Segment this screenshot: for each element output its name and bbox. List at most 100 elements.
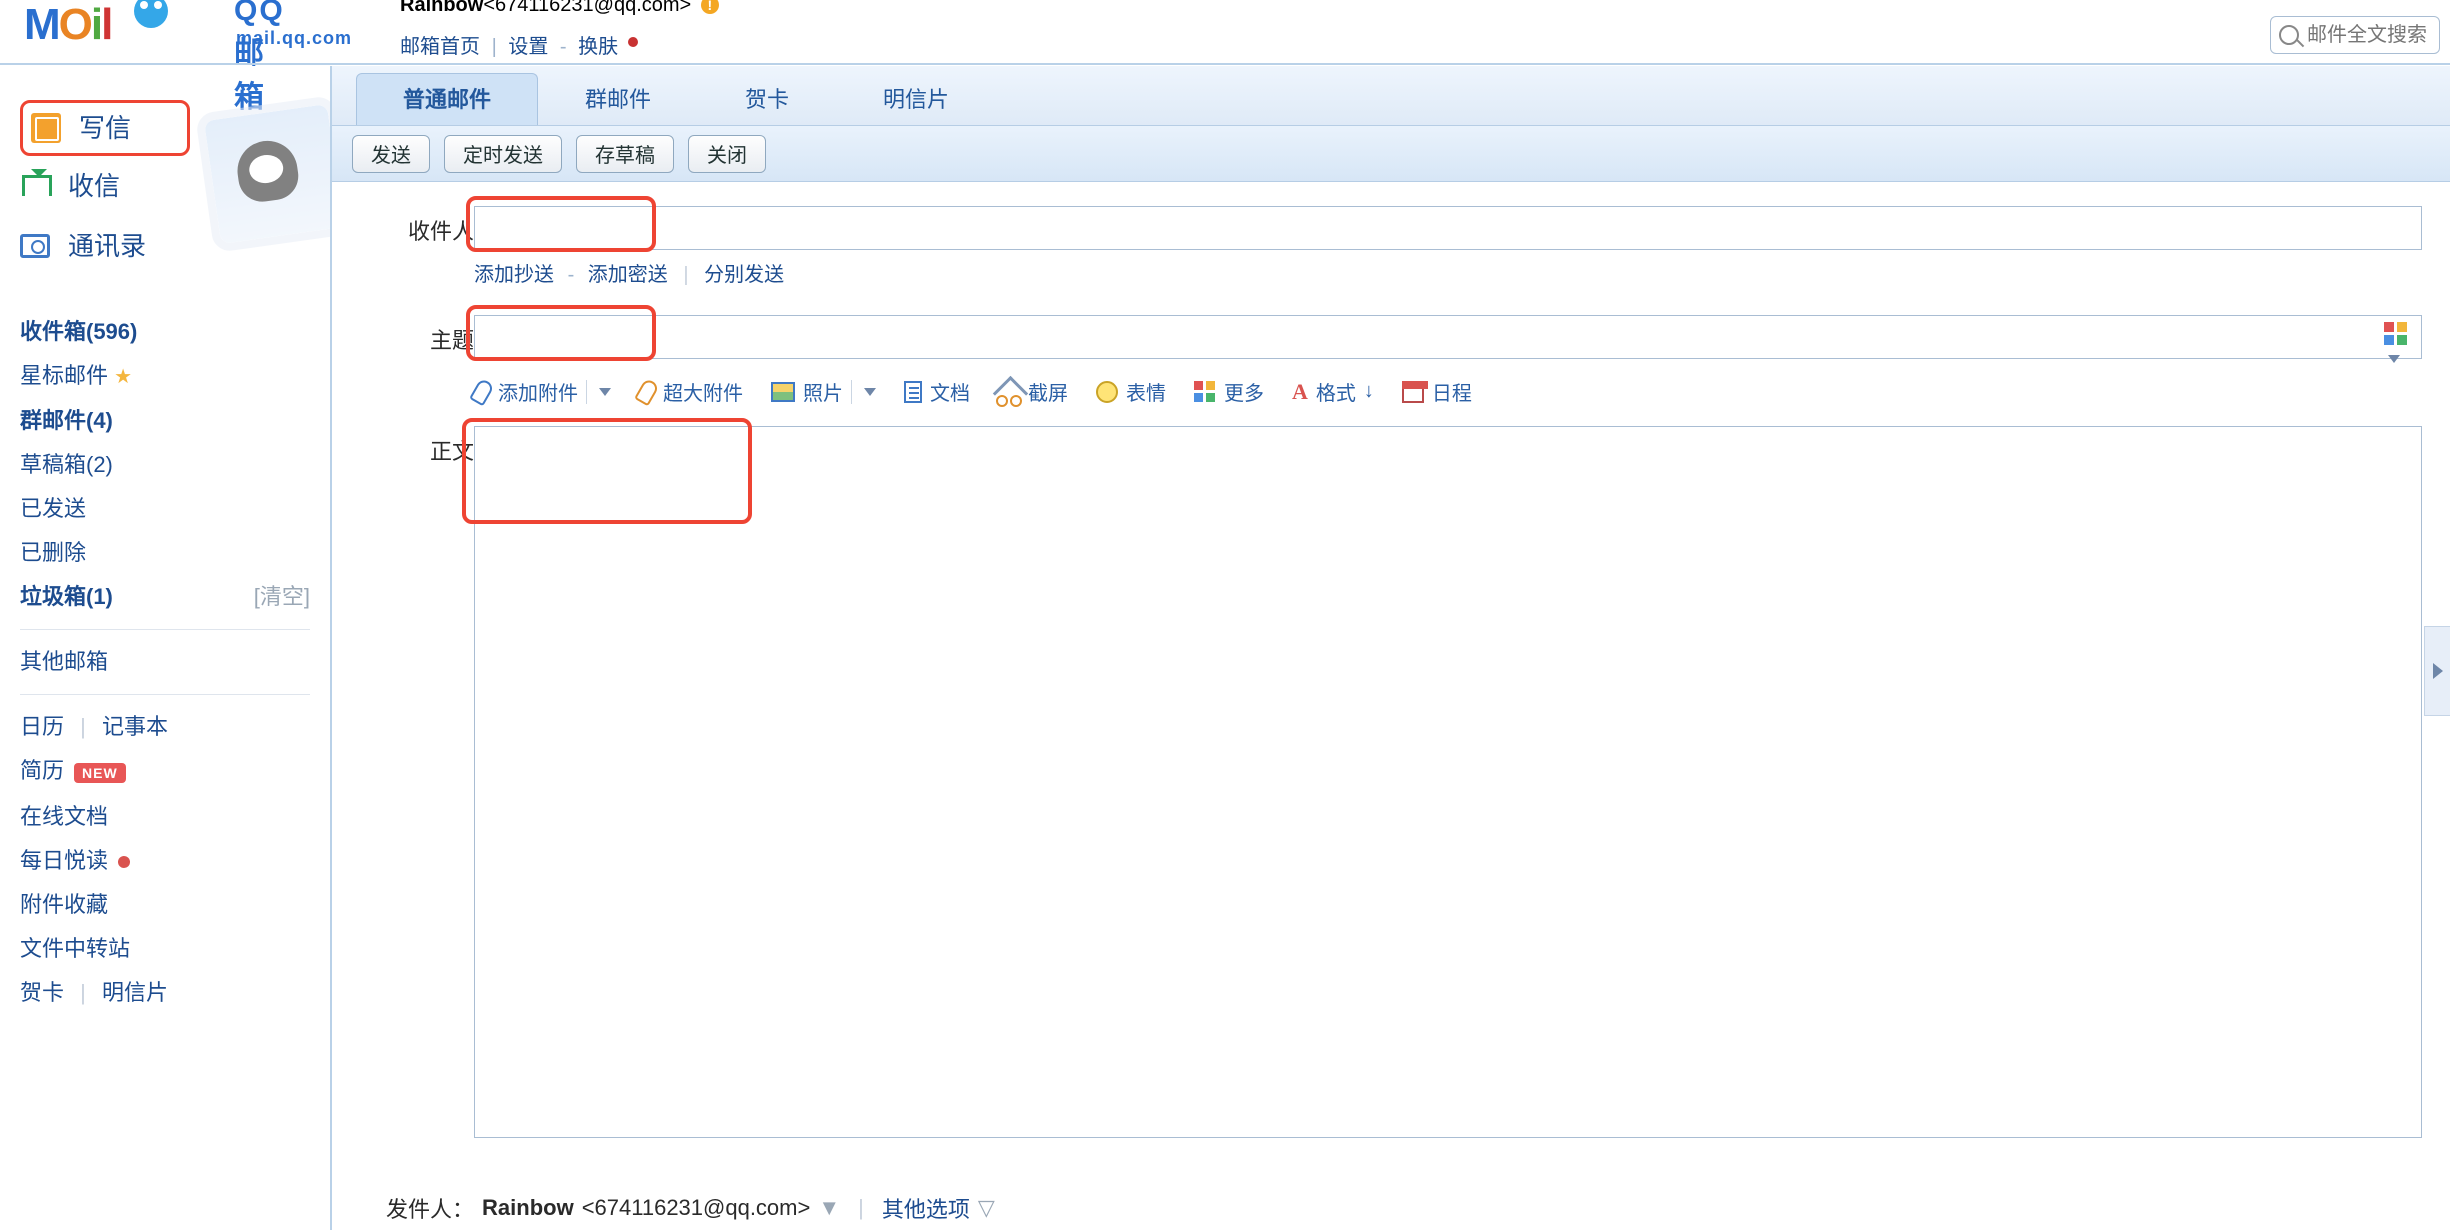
star-icon: ★ [114,366,132,388]
chevron-down-icon[interactable] [864,388,876,396]
sidebar-contacts-label: 通讯录 [68,216,146,276]
sidebar-greeting-postcard: 贺卡 | 明信片 [20,971,310,1015]
sidebar-notes[interactable]: 记事本 [102,714,168,739]
sidebar-receive-label: 收信 [68,156,120,216]
user-email: <674116231@qq.com> [483,0,691,16]
folder-spam[interactable]: 垃圾箱(1) [清空] [20,575,310,619]
logo-monogram: MOil [24,0,111,50]
user-identity: Rainbow<674116231@qq.com> ! [400,0,719,17]
editor-toolbar: 添加附件 超大附件 照片 [474,377,2422,406]
insert-photo-button[interactable]: 照片 [771,377,876,406]
brand-name-en: mail.qq.com [236,28,352,49]
sidebar-postcard[interactable]: 明信片 [102,980,168,1005]
sidebar-resume[interactable]: 简历NEW [20,749,310,795]
schedule-send-button[interactable]: 定时发送 [444,135,562,173]
other-options-dropdown[interactable]: ▽ [978,1195,995,1221]
folder-other-mailboxes[interactable]: 其他邮箱 [20,640,310,684]
search-input[interactable] [2307,24,2431,47]
sidebar-greeting-card[interactable]: 贺卡 [20,980,64,1005]
spam-clear-link[interactable]: [清空] [254,575,310,619]
insert-document-button[interactable]: 文档 [904,377,970,406]
body-textarea[interactable] [474,426,2422,1138]
to-label: 收件人 [386,206,474,246]
folder-starred[interactable]: 星标邮件 ★ [20,354,310,399]
folder-drafts[interactable]: 草稿箱(2) [20,443,310,487]
sidebar-daily-read[interactable]: 每日悦读 [20,839,310,883]
sidebar-receive[interactable]: 收信 [20,156,310,216]
sidebar-compose-label: 写信 [79,98,131,158]
sidebar-online-doc[interactable]: 在线文档 [20,795,310,839]
save-draft-button[interactable]: 存草稿 [576,135,674,173]
chevron-down-icon [2388,355,2400,363]
document-icon [904,381,922,403]
add-bcc-link[interactable]: 添加密送 [588,264,668,286]
arrow-down-icon: ↓ [1364,380,1374,403]
close-button[interactable]: 关闭 [688,135,766,173]
add-cc-link[interactable]: 添加抄送 [474,264,554,286]
chevron-down-icon[interactable] [599,388,611,396]
photo-icon [771,382,795,402]
logo[interactable]: MOil QQ邮箱 mail.qq.com [24,0,111,50]
tab-postcard[interactable]: 明信片 [836,73,996,125]
tab-group-mail[interactable]: 群邮件 [538,73,698,125]
sidebar-file-transit[interactable]: 文件中转站 [20,927,310,971]
new-badge: NEW [74,763,126,783]
folder-group-mail[interactable]: 群邮件(4) [20,399,310,443]
grid-icon [1194,381,1216,403]
insert-schedule-button[interactable]: 日程 [1402,377,1472,406]
body-label: 正文 [386,426,474,466]
skin-update-dot-icon [628,37,638,47]
nav-settings[interactable]: 设置 [508,36,548,58]
folder-inbox[interactable]: 收件箱(596) [20,310,310,354]
search-icon [2279,25,2299,45]
big-attach-button[interactable]: 超大附件 [639,377,743,406]
nav-home[interactable]: 邮箱首页 [400,36,480,58]
penguin-icon [134,0,168,28]
folder-deleted[interactable]: 已删除 [20,531,310,575]
subject-emoji-picker[interactable] [2384,322,2412,350]
tab-greeting-card[interactable]: 贺卡 [698,73,836,125]
other-options-link[interactable]: 其他选项 [882,1192,970,1224]
send-button[interactable]: 发送 [352,135,430,173]
format-button[interactable]: A 格式 ↓ [1292,377,1374,406]
subject-label: 主题 [386,315,474,355]
to-input[interactable] [474,206,2422,250]
smile-icon [1096,381,1118,403]
folder-sent[interactable]: 已发送 [20,487,310,531]
inbox-arrow-icon [20,171,50,201]
calendar-date-icon [1402,381,1424,403]
large-paperclip-icon [634,377,660,406]
contacts-icon [20,234,50,258]
search-box[interactable] [2270,16,2440,54]
compose-tabs: 普通邮件 群邮件 贺卡 明信片 [332,66,2450,126]
warning-icon[interactable]: ! [701,0,719,14]
sender-dropdown[interactable]: ▼ [818,1195,840,1221]
tab-normal-mail[interactable]: 普通邮件 [356,73,538,125]
compose-icon [31,113,61,143]
sidebar-compose[interactable]: 写信 [20,100,190,156]
compose-footer: 发件人： Rainbow <674116231@qq.com> ▼ | 其他选项… [386,1192,995,1224]
sidebar-contacts[interactable]: 通讯录 [20,216,310,276]
update-dot-icon [118,856,130,868]
sidebar-calendar[interactable]: 日历 [20,714,64,739]
chevron-right-icon [2433,663,2443,679]
mosaic-icon [2384,322,2412,345]
sender-email: <674116231@qq.com> [582,1195,811,1221]
screenshot-button[interactable]: 截屏 [998,377,1068,406]
format-a-icon: A [1292,379,1308,405]
emoji-button[interactable]: 表情 [1096,377,1166,406]
sender-name: Rainbow [482,1195,574,1221]
nav-skin[interactable]: 换肤 [578,36,618,58]
scissors-icon [998,381,1020,403]
more-button[interactable]: 更多 [1194,377,1264,406]
side-expander[interactable] [2424,626,2450,716]
sidebar-calendar-notes: 日历 | 记事本 [20,705,310,749]
compose-toolbar: 发送 定时发送 存草稿 关闭 [332,126,2450,182]
paperclip-icon [469,377,495,406]
sender-label: 发件人： [386,1192,474,1224]
attach-button[interactable]: 添加附件 [474,377,611,406]
sidebar-attachments[interactable]: 附件收藏 [20,883,310,927]
send-separately-link[interactable]: 分别发送 [704,264,784,286]
subject-input[interactable] [474,315,2422,359]
user-name: Rainbow [400,0,483,16]
